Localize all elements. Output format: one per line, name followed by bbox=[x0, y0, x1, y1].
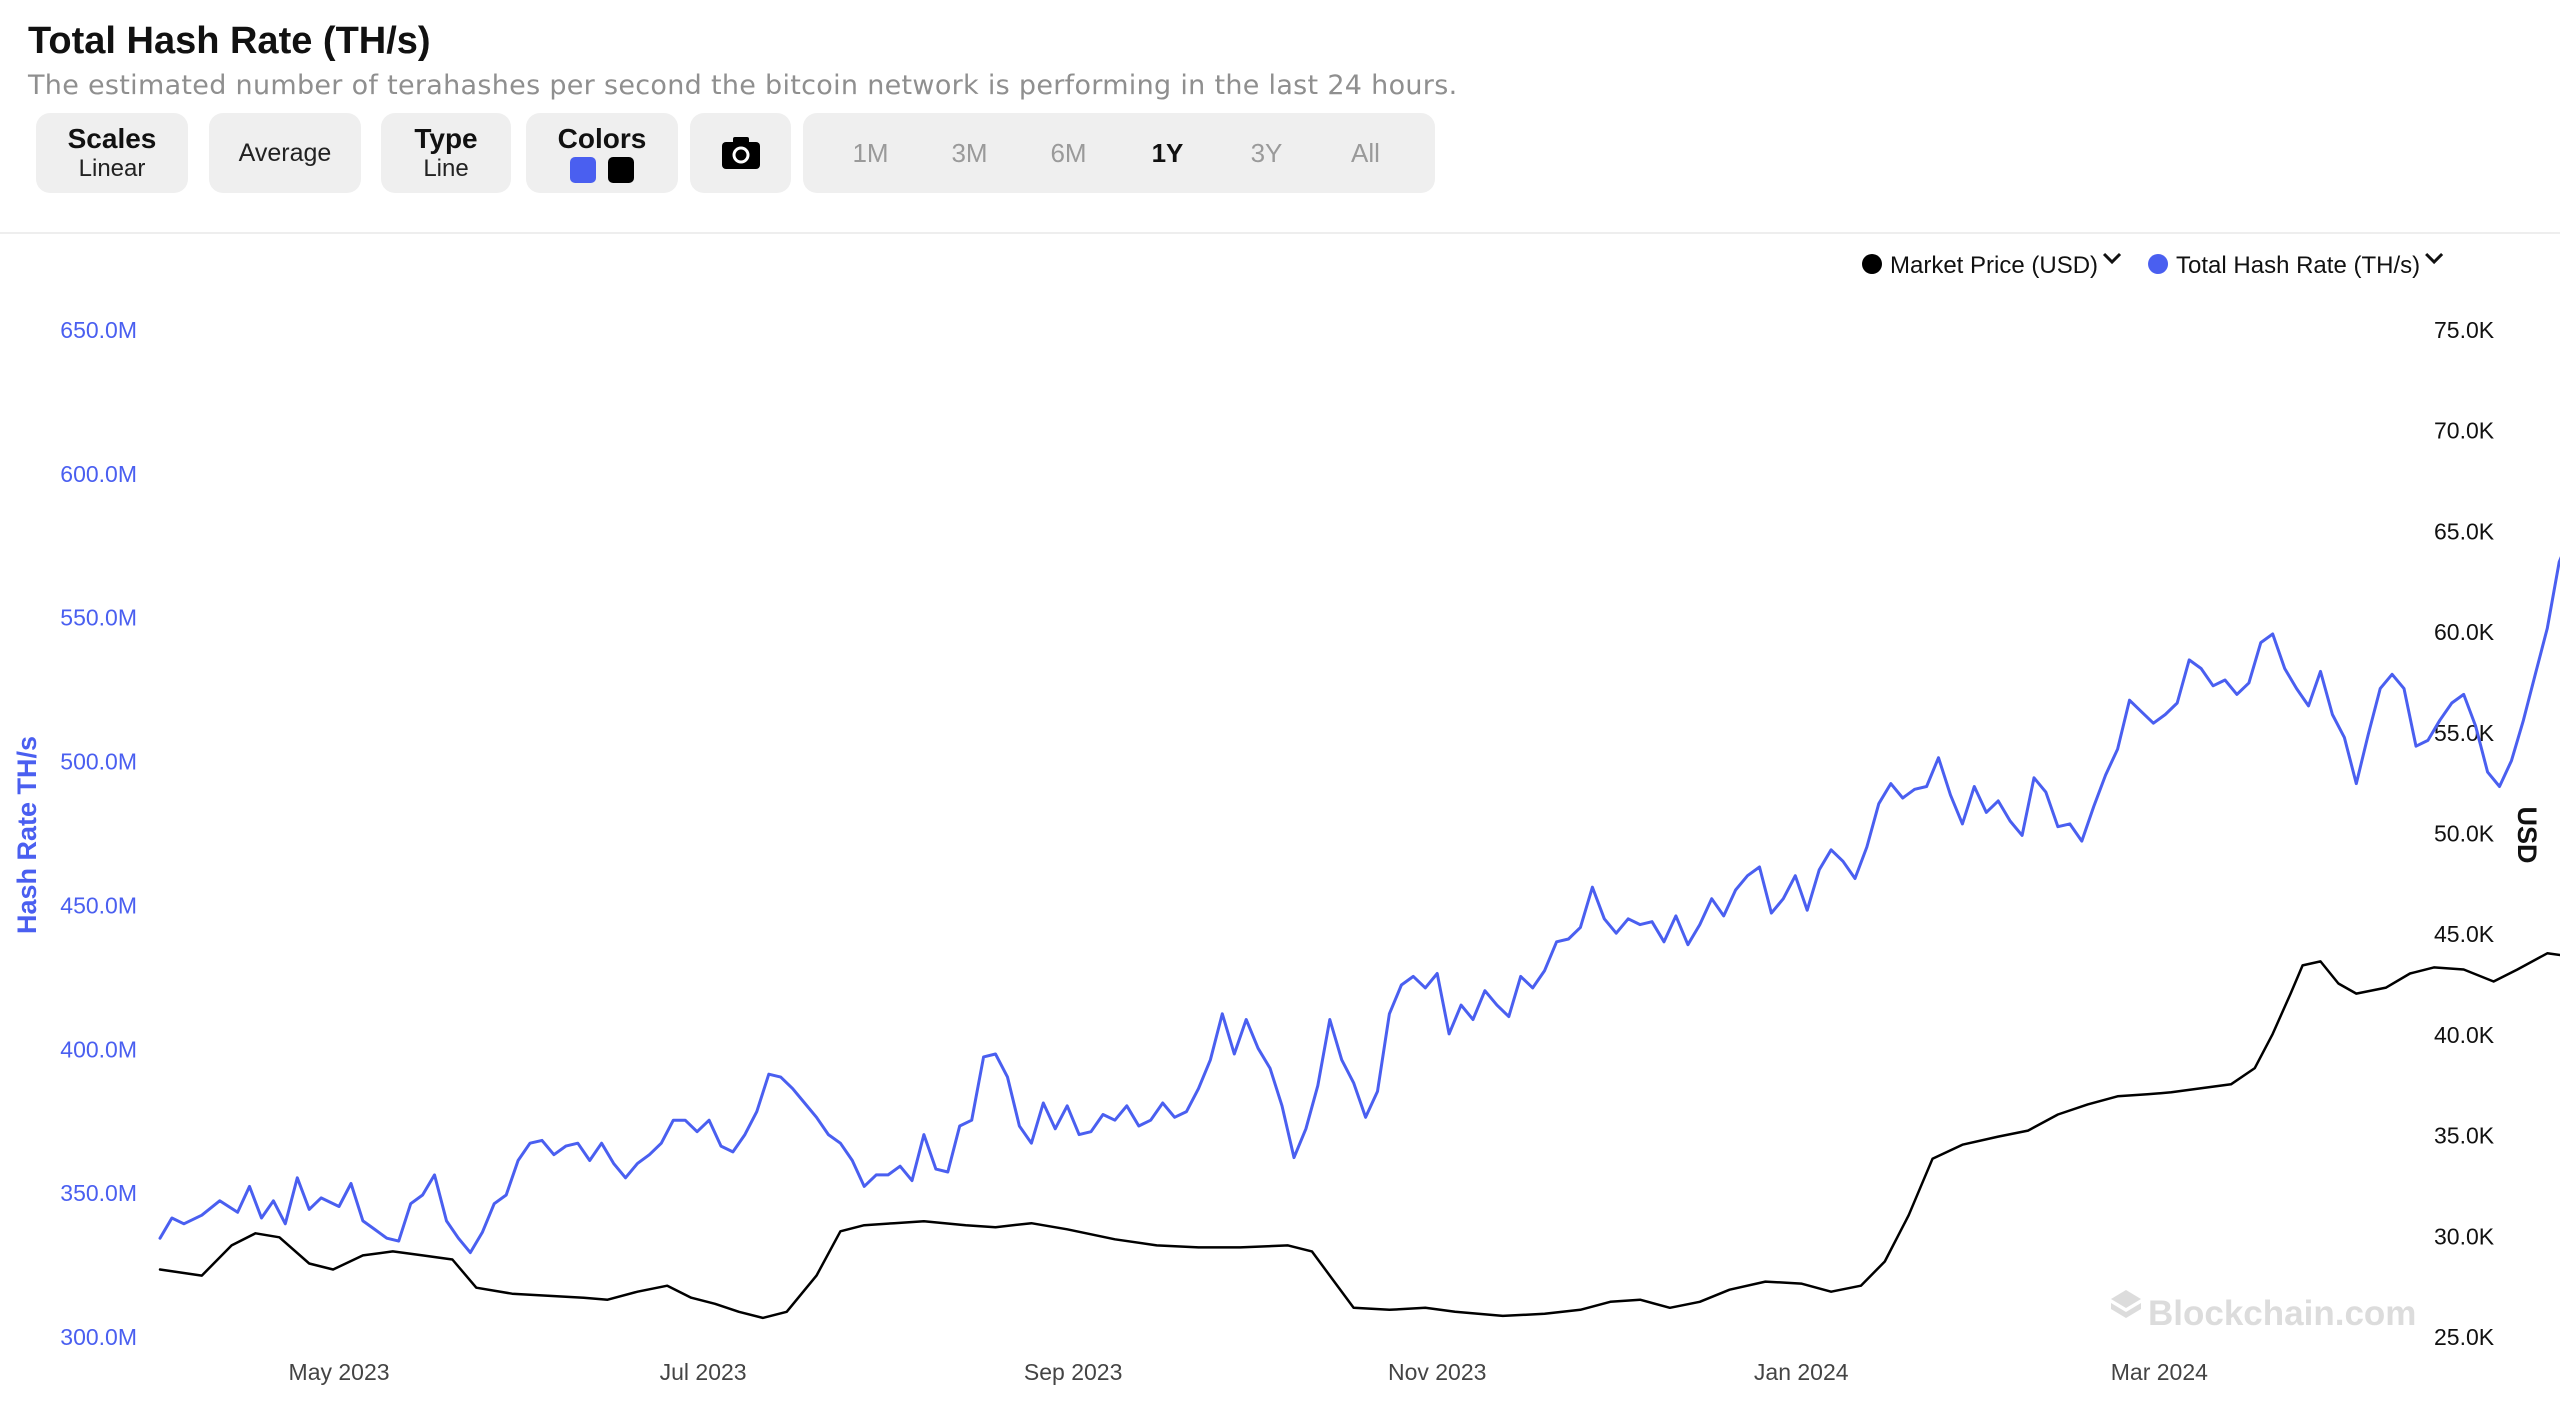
page-subtitle: The estimated number of terahashes per s… bbox=[28, 70, 1458, 101]
range-3y[interactable]: 3Y bbox=[1217, 138, 1316, 169]
chart-container: Market Price (USD) Total Hash Rate (TH/s)… bbox=[0, 234, 2560, 1412]
hashrate-series-line[interactable] bbox=[158, 389, 2560, 1255]
hashrate-color-swatch[interactable] bbox=[570, 157, 596, 183]
legend-item[interactable]: Market Price (USD) bbox=[1862, 252, 2122, 279]
right-tick-label: 35.0K bbox=[2434, 1123, 2495, 1149]
right-tick-label: 55.0K bbox=[2434, 720, 2495, 746]
type-button[interactable]: Type Line bbox=[381, 113, 511, 193]
left-tick-label: 500.0M bbox=[60, 749, 137, 775]
x-tick-label: Jan 2024 bbox=[1754, 1359, 1849, 1385]
x-tick-label: Jul 2023 bbox=[660, 1359, 747, 1385]
range-6m[interactable]: 6M bbox=[1019, 138, 1118, 169]
right-tick-label: 30.0K bbox=[2434, 1223, 2495, 1249]
price-series-line[interactable] bbox=[158, 410, 2560, 1320]
left-tick-label: 300.0M bbox=[60, 1324, 137, 1350]
series-group bbox=[158, 389, 2560, 1320]
chevron-down-icon[interactable] bbox=[2425, 252, 2444, 265]
camera-icon bbox=[721, 137, 760, 169]
chevron-down-icon[interactable] bbox=[2102, 252, 2122, 265]
chart-legend: Market Price (USD) Total Hash Rate (TH/s) bbox=[1862, 252, 2444, 279]
watermark: Blockchain.com bbox=[2111, 1290, 2416, 1333]
right-axis: 25.0K 30.0K 35.0K 40.0K 45.0K 50.0K 55.0K 60.0K… bbox=[2434, 317, 2542, 1350]
left-tick-label: 600.0M bbox=[60, 461, 137, 487]
chart-svg: Market Price (USD) Total Hash Rate (TH/s)… bbox=[12, 252, 2560, 1385]
left-axis: 300.0M 350.0M 400.0M 450.0M 500.0M 550.0M 600.… bbox=[12, 317, 137, 1350]
legend-marker bbox=[2148, 254, 2169, 274]
legend-label: Market Price (USD) bbox=[1890, 252, 2098, 279]
blockchain-logo-icon bbox=[2111, 1290, 2141, 1318]
right-tick-label: 25.0K bbox=[2434, 1324, 2495, 1350]
price-color-swatch[interactable] bbox=[608, 157, 634, 183]
right-tick-label: 50.0K bbox=[2434, 821, 2495, 847]
range-1y[interactable]: 1Y bbox=[1118, 138, 1217, 169]
average-button[interactable]: Average bbox=[209, 113, 361, 193]
x-axis: May 2023 Jul 2023 Sep 2023 Nov 2023 Jan 2024… bbox=[289, 1359, 2209, 1385]
average-label: Average bbox=[238, 138, 332, 167]
range-all[interactable]: All bbox=[1316, 138, 1415, 169]
left-tick-label: 650.0M bbox=[60, 317, 137, 343]
left-tick-label: 400.0M bbox=[60, 1036, 137, 1062]
page-title: Total Hash Rate (TH/s) bbox=[28, 20, 431, 62]
range-1m[interactable]: 1M bbox=[821, 138, 920, 169]
left-tick-label: 350.0M bbox=[60, 1180, 137, 1206]
x-tick-label: May 2023 bbox=[289, 1359, 390, 1385]
screenshot-button[interactable] bbox=[690, 113, 791, 193]
scales-value: Linear bbox=[78, 155, 146, 182]
right-tick-label: 40.0K bbox=[2434, 1022, 2495, 1048]
time-range-selector: 1M 3M 6M 1Y 3Y All bbox=[803, 113, 1435, 193]
x-tick-label: Nov 2023 bbox=[1388, 1359, 1486, 1385]
right-tick-label: 70.0K bbox=[2434, 418, 2495, 444]
legend-marker bbox=[1862, 254, 1882, 274]
right-tick-label: 75.0K bbox=[2434, 317, 2495, 343]
left-axis-label: Hash Rate TH/s bbox=[12, 736, 42, 934]
scales-button[interactable]: Scales Linear bbox=[36, 113, 188, 193]
scales-label: Scales bbox=[67, 123, 157, 154]
right-tick-label: 45.0K bbox=[2434, 921, 2495, 947]
colors-button[interactable]: Colors bbox=[526, 113, 678, 193]
legend-item[interactable]: Total Hash Rate (TH/s) bbox=[2148, 252, 2444, 279]
watermark-text: Blockchain.com bbox=[2148, 1294, 2416, 1333]
right-axis-label: USD bbox=[2512, 806, 2542, 863]
right-tick-label: 65.0K bbox=[2434, 518, 2495, 544]
type-label: Type bbox=[414, 123, 478, 154]
left-tick-label: 550.0M bbox=[60, 605, 137, 631]
type-value: Line bbox=[423, 155, 469, 182]
left-tick-label: 450.0M bbox=[60, 892, 137, 918]
right-tick-label: 60.0K bbox=[2434, 619, 2495, 645]
x-tick-label: Sep 2023 bbox=[1024, 1359, 1122, 1385]
colors-label: Colors bbox=[557, 123, 647, 154]
x-tick-label: Mar 2024 bbox=[2111, 1359, 2208, 1385]
legend-label: Total Hash Rate (TH/s) bbox=[2176, 252, 2420, 279]
range-3m[interactable]: 3M bbox=[920, 138, 1019, 169]
